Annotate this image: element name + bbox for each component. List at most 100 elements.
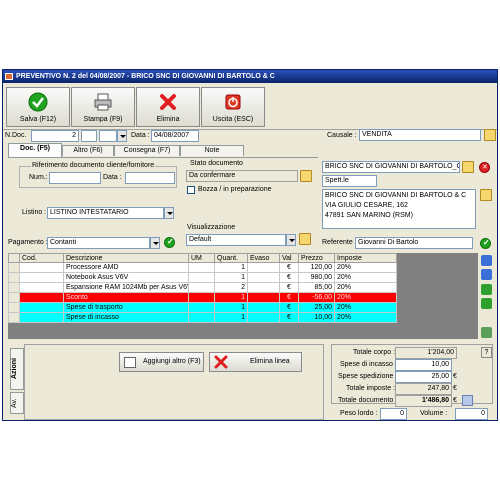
cell-prezzo[interactable]: 85,00 — [298, 282, 335, 293]
arrow-down-green-icon[interactable] — [481, 298, 492, 309]
cell-val[interactable]: € — [279, 262, 299, 273]
move-up-icon[interactable] — [481, 269, 492, 280]
cell-prezzo[interactable]: 120,00 — [298, 262, 335, 273]
cell-evaso[interactable] — [247, 262, 280, 273]
help-button[interactable]: ? — [481, 347, 492, 358]
cell-evaso[interactable] — [247, 282, 280, 293]
causale-folder-icon[interactable] — [484, 129, 496, 141]
client-clear-icon[interactable] — [479, 162, 490, 173]
cell-evaso[interactable] — [247, 292, 280, 303]
cell-um[interactable] — [188, 302, 215, 313]
peso-input[interactable]: 0 — [380, 408, 407, 420]
cell-desc[interactable]: Processore AMD — [63, 262, 189, 273]
cell-val[interactable]: € — [279, 312, 299, 323]
cell-desc[interactable]: Notebook Asus V6V — [63, 272, 189, 283]
tab-note[interactable]: Note — [180, 145, 244, 156]
cell-cod[interactable] — [19, 262, 64, 273]
cell-quant[interactable]: 1 — [214, 262, 248, 273]
cell-cod[interactable] — [19, 312, 64, 323]
cell-val[interactable]: € — [279, 272, 299, 283]
table-row[interactable]: Processore AMD 1 €120,00 20% — [8, 262, 397, 273]
cell-um[interactable] — [188, 312, 215, 323]
cell-imposte[interactable]: 20% — [334, 262, 397, 273]
row-selector[interactable] — [8, 272, 20, 283]
tab-altro[interactable]: Altro (F6) — [62, 145, 114, 156]
stato-input[interactable]: Da confermare — [186, 170, 298, 182]
cell-um[interactable] — [188, 272, 215, 283]
ndoc-series-select[interactable] — [99, 130, 117, 142]
table-row[interactable]: Sconto 1 € -56,00 20% — [8, 292, 397, 303]
bozza-checkbox[interactable] — [187, 186, 195, 194]
rif-date-input[interactable] — [125, 172, 175, 184]
cell-um[interactable] — [188, 282, 215, 293]
causale-input[interactable]: VENDITA — [359, 129, 481, 141]
salutation-input[interactable]: Spett.le — [322, 175, 377, 187]
spese-spedizione-input[interactable]: 25,00 — [395, 371, 452, 383]
col-header[interactable]: Prezzo — [298, 253, 335, 263]
cell-imposte[interactable]: 20% — [334, 302, 397, 313]
pagamento-select[interactable]: Contanti — [47, 237, 150, 249]
cell-imposte[interactable]: 20% — [334, 282, 397, 293]
listino-select[interactable]: LISTINO INTESTATARIO — [47, 207, 164, 219]
cell-desc[interactable]: Sconto — [63, 292, 189, 303]
cell-cod[interactable] — [19, 292, 64, 303]
col-header[interactable]: Cod. — [19, 253, 64, 263]
cell-prezzo[interactable]: 10,00 — [298, 312, 335, 323]
client-folder-icon[interactable] — [462, 161, 474, 173]
table-row[interactable]: Espansione RAM 1024Mb per Asus V6V 2 €85,0… — [8, 282, 397, 293]
print-button[interactable]: Stampa (F9) — [71, 87, 135, 127]
tab-av[interactable]: Av. — [10, 392, 24, 414]
refresh-icon[interactable] — [481, 327, 492, 338]
cell-imposte[interactable]: 20% — [334, 292, 397, 303]
add-line-button[interactable]: Aggiungi altro (F3) — [119, 352, 204, 372]
col-header[interactable]: Evaso — [247, 253, 280, 263]
table-row[interactable]: Spese di incasso 1 €10,00 20% — [8, 312, 397, 323]
cell-evaso[interactable] — [247, 272, 280, 283]
client-name-input[interactable]: BRICO SNC DI GIOVANNI DI BARTOLO_C — [322, 161, 460, 173]
cell-um[interactable] — [188, 292, 215, 303]
cell-quant[interactable]: 1 — [214, 292, 248, 303]
col-header[interactable]: Imposte — [334, 253, 397, 263]
cell-desc[interactable]: Spese di incasso — [63, 312, 189, 323]
cell-desc[interactable]: Spese di trasporto — [63, 302, 189, 313]
cell-desc[interactable]: Espansione RAM 1024Mb per Asus V6V — [63, 282, 189, 293]
row-selector[interactable] — [8, 282, 20, 293]
cell-imposte[interactable]: 20% — [334, 312, 397, 323]
rif-num-input[interactable] — [49, 172, 101, 184]
volume-input[interactable]: 0 — [455, 408, 488, 420]
cell-cod[interactable] — [19, 272, 64, 283]
row-selector[interactable] — [8, 262, 20, 273]
cell-evaso[interactable] — [247, 302, 280, 313]
row-selector[interactable] — [8, 312, 20, 323]
cell-val[interactable]: € — [279, 282, 299, 293]
pagamento-confirm-icon[interactable] — [164, 237, 175, 248]
row-selector[interactable] — [8, 292, 20, 303]
col-header[interactable]: Descrizione — [63, 253, 189, 263]
cell-imposte[interactable]: 20% — [334, 272, 397, 283]
referente-confirm-icon[interactable] — [480, 238, 491, 249]
visual-select[interactable]: Default — [186, 234, 286, 246]
exit-button[interactable]: Uscita (ESC) — [201, 87, 265, 127]
cell-quant[interactable]: 1 — [214, 302, 248, 313]
col-header[interactable]: Val — [279, 253, 299, 263]
date-input[interactable]: 04/08/2007 — [151, 130, 199, 142]
listino-dropdown[interactable] — [164, 207, 174, 219]
spese-incasso-input[interactable]: 10,00 — [395, 359, 452, 371]
calculator-icon[interactable] — [462, 395, 473, 406]
cell-quant[interactable]: 2 — [214, 282, 248, 293]
table-row[interactable]: Notebook Asus V6V 1 €980,00 20% — [8, 272, 397, 283]
cell-val[interactable]: € — [279, 302, 299, 313]
stato-folder-icon[interactable] — [300, 170, 312, 182]
ndoc-suffix-input[interactable] — [81, 130, 97, 142]
referente-input[interactable]: Giovanni Di Bartolo — [355, 237, 473, 249]
visual-folder-icon[interactable] — [299, 233, 311, 245]
row-selector[interactable] — [8, 302, 20, 313]
ndoc-input[interactable]: 2 — [31, 130, 79, 142]
tab-azioni[interactable]: Azioni — [10, 348, 24, 390]
cell-quant[interactable]: 1 — [214, 312, 248, 323]
cell-evaso[interactable] — [247, 312, 280, 323]
move-down-icon[interactable] — [481, 255, 492, 266]
table-row[interactable]: Spese di trasporto 1 €25,00 20% — [8, 302, 397, 313]
client-address-box[interactable]: BRICO SNC DI GIOVANNI DI BARTOLO & C VIA… — [322, 189, 476, 229]
cell-um[interactable] — [188, 262, 215, 273]
